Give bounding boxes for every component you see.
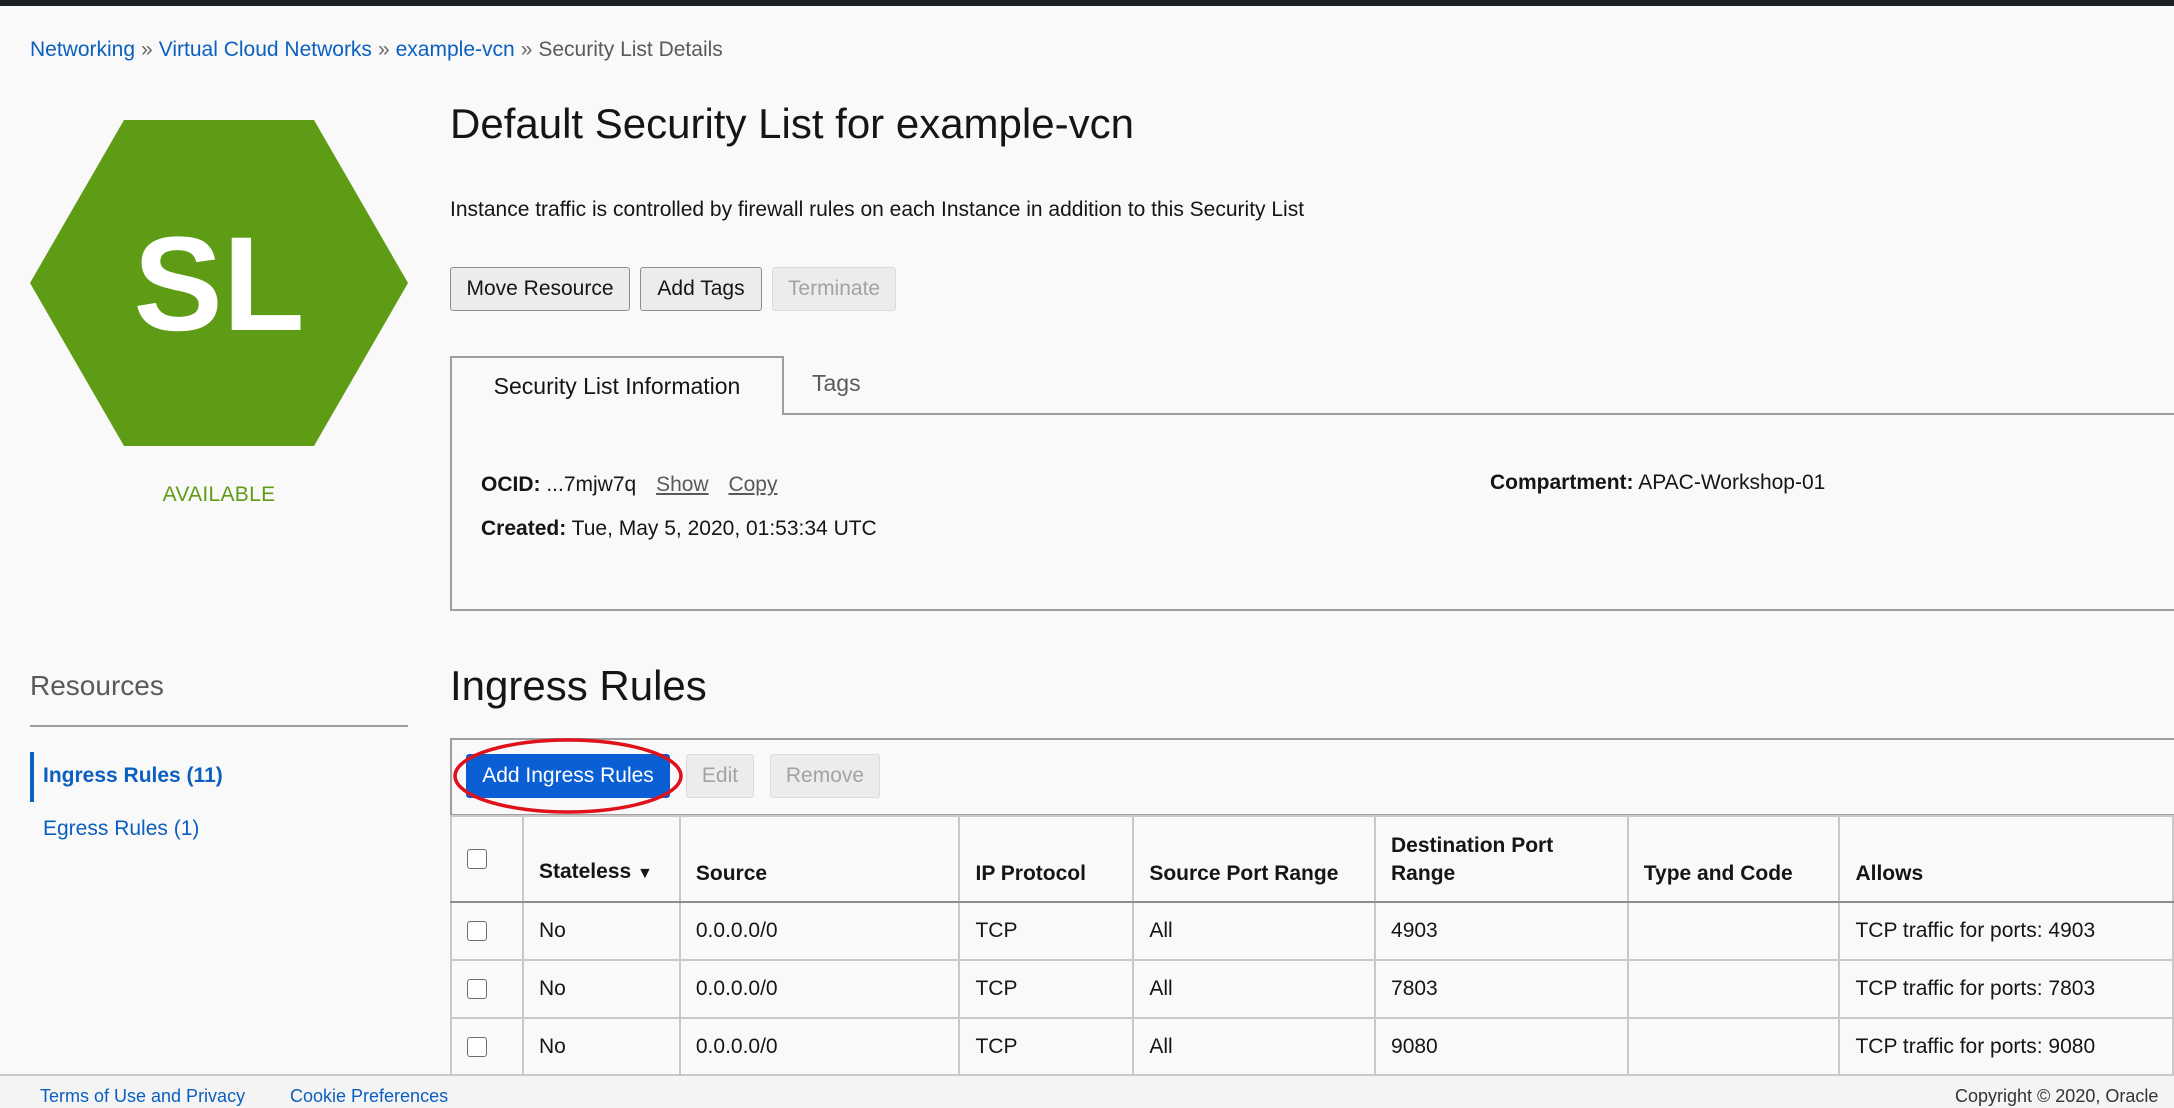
column-header-allows: Allows	[1838, 815, 2174, 903]
breadcrumb-example-vcn[interactable]: example-vcn	[396, 38, 515, 61]
sidebar-item-ingress-rules[interactable]: Ingress Rules (11)	[43, 764, 223, 788]
cell-source-port-range: All	[1132, 959, 1377, 1019]
column-header-destination-port-range: Destination Port Range	[1374, 815, 1629, 903]
table-header-row: Stateless ▼ Source IP Protocol Source Po…	[450, 815, 2174, 903]
breadcrumb-separator: »	[520, 38, 533, 61]
column-header-ip-protocol: IP Protocol	[958, 815, 1135, 903]
created-value: Tue, May 5, 2020, 01:53:34 UTC	[571, 517, 877, 540]
cell-ip-protocol: TCP	[958, 959, 1135, 1019]
cell-allows: TCP traffic for ports: 4903	[1838, 901, 2174, 961]
breadcrumb-networking[interactable]: Networking	[30, 38, 135, 61]
ocid-value: ...7mjw7q	[546, 473, 637, 496]
cell-source: 0.0.0.0/0	[678, 901, 961, 961]
compartment-label: Compartment:	[1490, 471, 1634, 494]
cell-ip-protocol: TCP	[958, 1017, 1135, 1077]
resources-divider	[30, 725, 408, 727]
column-header-stateless[interactable]: Stateless ▼	[521, 815, 681, 903]
cell-source-port-range: All	[1132, 1017, 1377, 1077]
row-checkbox[interactable]	[467, 921, 487, 942]
cell-type-and-code	[1626, 901, 1841, 961]
terms-link[interactable]: Terms of Use and Privacy	[40, 1086, 245, 1107]
compartment-value: APAC-Workshop-01	[1638, 471, 1826, 494]
add-tags-button[interactable]: Add Tags	[640, 267, 762, 311]
breadcrumb-separator: »	[377, 38, 390, 61]
ingress-rules-heading: Ingress Rules	[450, 662, 707, 709]
top-bar	[0, 0, 2174, 6]
select-all-checkbox[interactable]	[467, 849, 487, 870]
breadcrumb-virtual-cloud-networks[interactable]: Virtual Cloud Networks	[159, 38, 372, 61]
sort-descending-icon: ▼	[637, 865, 653, 882]
column-header-source: Source	[678, 815, 961, 903]
page-title: Default Security List for example-vcn	[450, 100, 1134, 147]
cell-source-port-range: All	[1132, 901, 1377, 961]
table-row: No 0.0.0.0/0 TCP All 4903 TCP traffic fo…	[450, 901, 2174, 961]
highlight-ellipse	[453, 738, 683, 814]
created-label: Created:	[481, 517, 567, 540]
active-indicator	[30, 752, 34, 802]
compartment-row: Compartment: APAC-Workshop-01	[1490, 471, 1825, 495]
cookie-preferences-link[interactable]: Cookie Preferences	[290, 1086, 448, 1107]
row-select-cell	[450, 1017, 524, 1077]
page-description: Instance traffic is controlled by firewa…	[450, 198, 1305, 221]
terminate-button[interactable]: Terminate	[772, 267, 896, 311]
tab-tags[interactable]: Tags	[812, 370, 861, 397]
ocid-copy-link[interactable]: Copy	[728, 473, 777, 496]
cell-allows: TCP traffic for ports: 7803	[1838, 959, 2174, 1019]
security-list-hexagon-icon: SL	[30, 120, 408, 446]
column-header-type-and-code: Type and Code	[1626, 815, 1841, 903]
cell-source: 0.0.0.0/0	[678, 959, 961, 1019]
cell-type-and-code	[1626, 959, 1841, 1019]
ocid-show-link[interactable]: Show	[656, 473, 709, 496]
table-row: No 0.0.0.0/0 TCP All 7803 TCP traffic fo…	[450, 959, 2174, 1019]
row-checkbox[interactable]	[467, 1037, 487, 1058]
move-resource-button[interactable]: Move Resource	[450, 267, 630, 311]
resources-heading: Resources	[30, 670, 164, 701]
ocid-row: OCID: ...7mjw7q Show Copy	[481, 473, 777, 497]
row-select-cell	[450, 901, 524, 961]
sidebar-item-egress-rules[interactable]: Egress Rules (1)	[43, 817, 199, 841]
cell-destination-port-range: 7803	[1374, 959, 1629, 1019]
resource-icon-text: SL	[133, 210, 304, 359]
copyright-text: Copyright © 2020, Oracle	[1955, 1086, 2159, 1106]
created-row: Created: Tue, May 5, 2020, 01:53:34 UTC	[481, 517, 877, 541]
ocid-label: OCID:	[481, 473, 541, 496]
column-header-source-port-range: Source Port Range	[1132, 815, 1377, 903]
cell-stateless: No	[521, 959, 681, 1019]
security-list-info-panel	[450, 413, 2174, 611]
cell-stateless: No	[521, 1017, 681, 1077]
cell-type-and-code	[1626, 1017, 1841, 1077]
row-select-cell	[450, 959, 524, 1019]
cell-allows: TCP traffic for ports: 9080	[1838, 1017, 2174, 1077]
remove-button[interactable]: Remove	[770, 754, 880, 798]
table-row: No 0.0.0.0/0 TCP All 9080 TCP traffic fo…	[450, 1017, 2174, 1077]
breadcrumb-separator: »	[141, 38, 153, 61]
select-all-cell	[450, 815, 524, 903]
breadcrumb-current: Security List Details	[538, 38, 723, 61]
cell-ip-protocol: TCP	[958, 901, 1135, 961]
cell-stateless: No	[521, 901, 681, 961]
cell-destination-port-range: 4903	[1374, 901, 1629, 961]
ingress-rules-table: Stateless ▼ Source IP Protocol Source Po…	[450, 815, 2174, 1077]
row-checkbox[interactable]	[467, 979, 487, 1000]
tab-security-list-information[interactable]: Security List Information	[450, 356, 784, 415]
cell-destination-port-range: 9080	[1374, 1017, 1629, 1077]
edit-button[interactable]: Edit	[686, 754, 754, 798]
breadcrumb: Networking» Virtual Cloud Networks» exampl…	[30, 38, 723, 62]
cell-source: 0.0.0.0/0	[678, 1017, 961, 1077]
status-badge: AVAILABLE	[162, 483, 276, 506]
